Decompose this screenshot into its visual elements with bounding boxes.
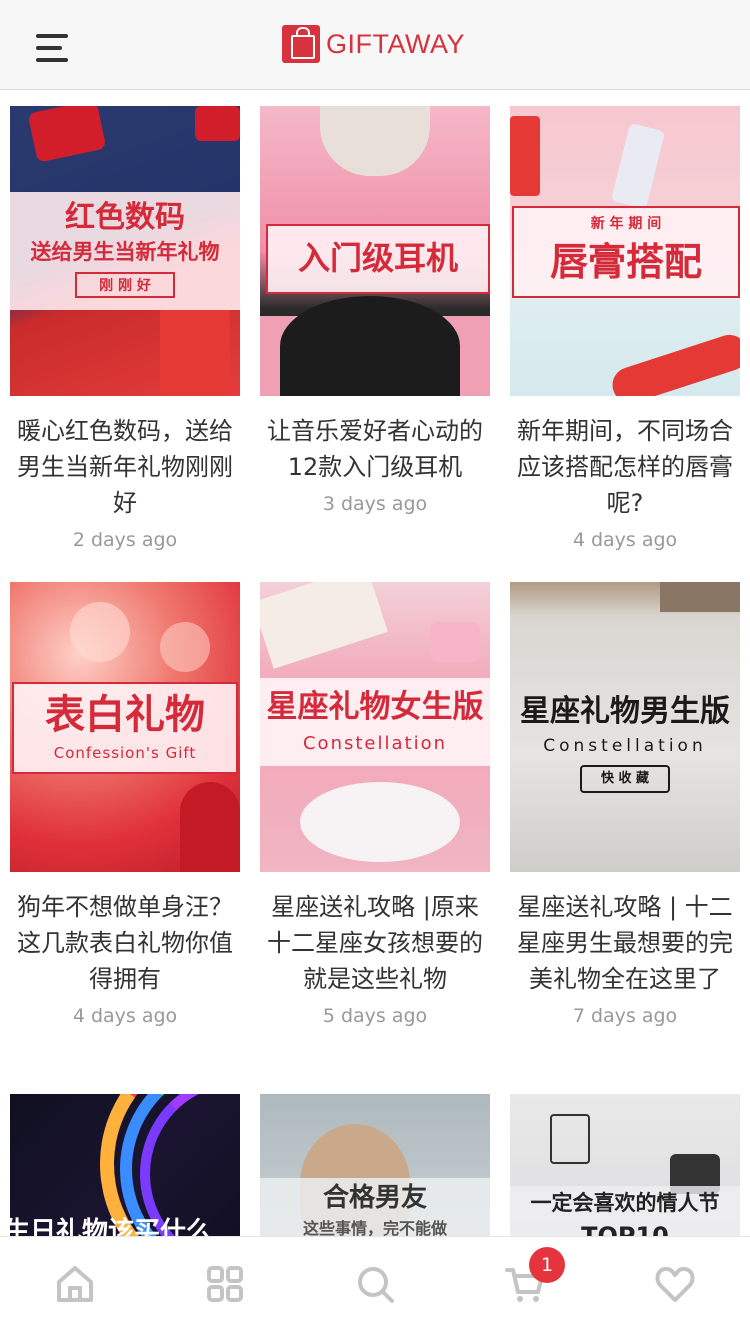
- thumb-sub-text: 送给男生当新年礼物: [30, 240, 220, 264]
- article-card[interactable]: 合格男友 这些事情，完不能做: [260, 1094, 490, 1236]
- article-grid: 红色数码 送给男生当新年礼物 刚 刚 好 暖心红色数码，送给男生当新年礼物刚刚好…: [0, 90, 750, 1236]
- thumb-tag: 刚 刚 好: [75, 272, 175, 298]
- hamburger-menu-icon[interactable]: [32, 30, 72, 66]
- thumb-tag: 快 收 藏: [580, 765, 670, 793]
- heart-icon: [655, 1266, 695, 1302]
- article-card[interactable]: 红色数码 送给男生当新年礼物 刚 刚 好 暖心红色数码，送给男生当新年礼物刚刚好…: [10, 106, 240, 555]
- cart-count-badge: 1: [529, 1247, 565, 1283]
- article-thumbnail[interactable]: 生日礼物该买什么: [10, 1094, 240, 1236]
- article-card[interactable]: 生日礼物该买什么: [10, 1094, 240, 1236]
- thumb-sub-text: Constellation: [302, 733, 447, 754]
- article-thumbnail[interactable]: 新 年 期 间 唇膏搭配: [510, 106, 740, 396]
- gift-box-logo-icon: [282, 25, 320, 63]
- article-card[interactable]: 星座礼物男生版 Constellation 快 收 藏 星座送礼攻略 | 十二星…: [510, 582, 740, 1031]
- giftaway-logo[interactable]: GIFTAWAY: [282, 24, 465, 64]
- thumb-main-text: 入门级耳机: [297, 239, 458, 277]
- thumb-sub-text: Constellation: [543, 736, 707, 756]
- article-date: 5 days ago: [322, 1005, 428, 1027]
- thumb-sub-text: Confession's Gift: [53, 744, 197, 762]
- thumb-main-text: 一定会喜欢的情人节: [530, 1191, 720, 1215]
- search-tab[interactable]: [350, 1259, 400, 1309]
- article-title[interactable]: 星座送礼攻略 | 十二星座男生最想要的完美礼物全在这里了: [510, 889, 740, 997]
- article-date: 4 days ago: [72, 1005, 178, 1027]
- home-tab[interactable]: [50, 1259, 100, 1309]
- logo-text: GIFTAWAY: [326, 28, 465, 59]
- search-icon: [358, 1267, 394, 1303]
- article-card[interactable]: 表白礼物 Confession's Gift 狗年不想做单身汪？这几款表白礼物你…: [10, 582, 240, 1031]
- thumb-main-text: 合格男友: [322, 1183, 427, 1213]
- app-header: GIFTAWAY: [0, 0, 750, 90]
- article-date: 3 days ago: [322, 493, 428, 515]
- thumb-main-text: 生日礼物该买什么: [10, 1217, 213, 1236]
- article-thumbnail[interactable]: 红色数码 送给男生当新年礼物 刚 刚 好: [10, 106, 240, 396]
- article-thumbnail[interactable]: 入门级耳机: [260, 106, 490, 396]
- article-thumbnail[interactable]: 星座礼物男生版 Constellation 快 收 藏: [510, 582, 740, 872]
- article-thumbnail[interactable]: 合格男友 这些事情，完不能做: [260, 1094, 490, 1236]
- thumb-main-text: 星座礼物女生版: [266, 689, 484, 725]
- thumb-sub-text: TOP10: [581, 1222, 669, 1236]
- thumb-main-text: 星座礼物男生版: [520, 694, 730, 729]
- thumb-main-text: 表白礼物: [45, 692, 205, 738]
- article-card[interactable]: 星座礼物女生版 Constellation 星座送礼攻略 |原来十二星座女孩想要…: [260, 582, 490, 1031]
- article-card[interactable]: 一定会喜欢的情人节 TOP10: [510, 1094, 740, 1236]
- article-title[interactable]: 暖心红色数码，送给男生当新年礼物刚刚好: [10, 413, 240, 521]
- thumb-main-text: 唇膏搭配: [549, 240, 702, 284]
- article-date: 4 days ago: [572, 529, 678, 551]
- article-title[interactable]: 星座送礼攻略 |原来十二星座女孩想要的就是这些礼物: [260, 889, 490, 997]
- article-title[interactable]: 让音乐爱好者心动的12款入门级耳机: [260, 413, 490, 485]
- article-thumbnail[interactable]: 一定会喜欢的情人节 TOP10: [510, 1094, 740, 1236]
- article-date: 7 days ago: [572, 1005, 678, 1027]
- article-thumbnail[interactable]: 表白礼物 Confession's Gift: [10, 582, 240, 872]
- article-card[interactable]: 入门级耳机 让音乐爱好者心动的12款入门级耳机 3 days ago: [260, 106, 490, 519]
- article-card[interactable]: 新 年 期 间 唇膏搭配 新年期间，不同场合应该搭配怎样的唇膏呢? 4 days…: [510, 106, 740, 555]
- thumb-main-text: 红色数码: [65, 200, 185, 235]
- thumb-sub-text: 这些事情，完不能做: [302, 1219, 447, 1236]
- article-date: 2 days ago: [72, 529, 178, 551]
- article-title[interactable]: 狗年不想做单身汪？这几款表白礼物你值得拥有: [10, 889, 240, 997]
- bottom-tab-bar: [0, 1236, 750, 1334]
- categories-tab[interactable]: [200, 1259, 250, 1309]
- grid-icon: [207, 1266, 243, 1302]
- thumb-top-text: 新 年 期 间: [590, 216, 662, 232]
- article-title[interactable]: 新年期间，不同场合应该搭配怎样的唇膏呢?: [510, 413, 740, 521]
- home-icon: [57, 1266, 93, 1302]
- favorites-tab[interactable]: [650, 1259, 700, 1309]
- article-thumbnail[interactable]: 星座礼物女生版 Constellation: [260, 582, 490, 872]
